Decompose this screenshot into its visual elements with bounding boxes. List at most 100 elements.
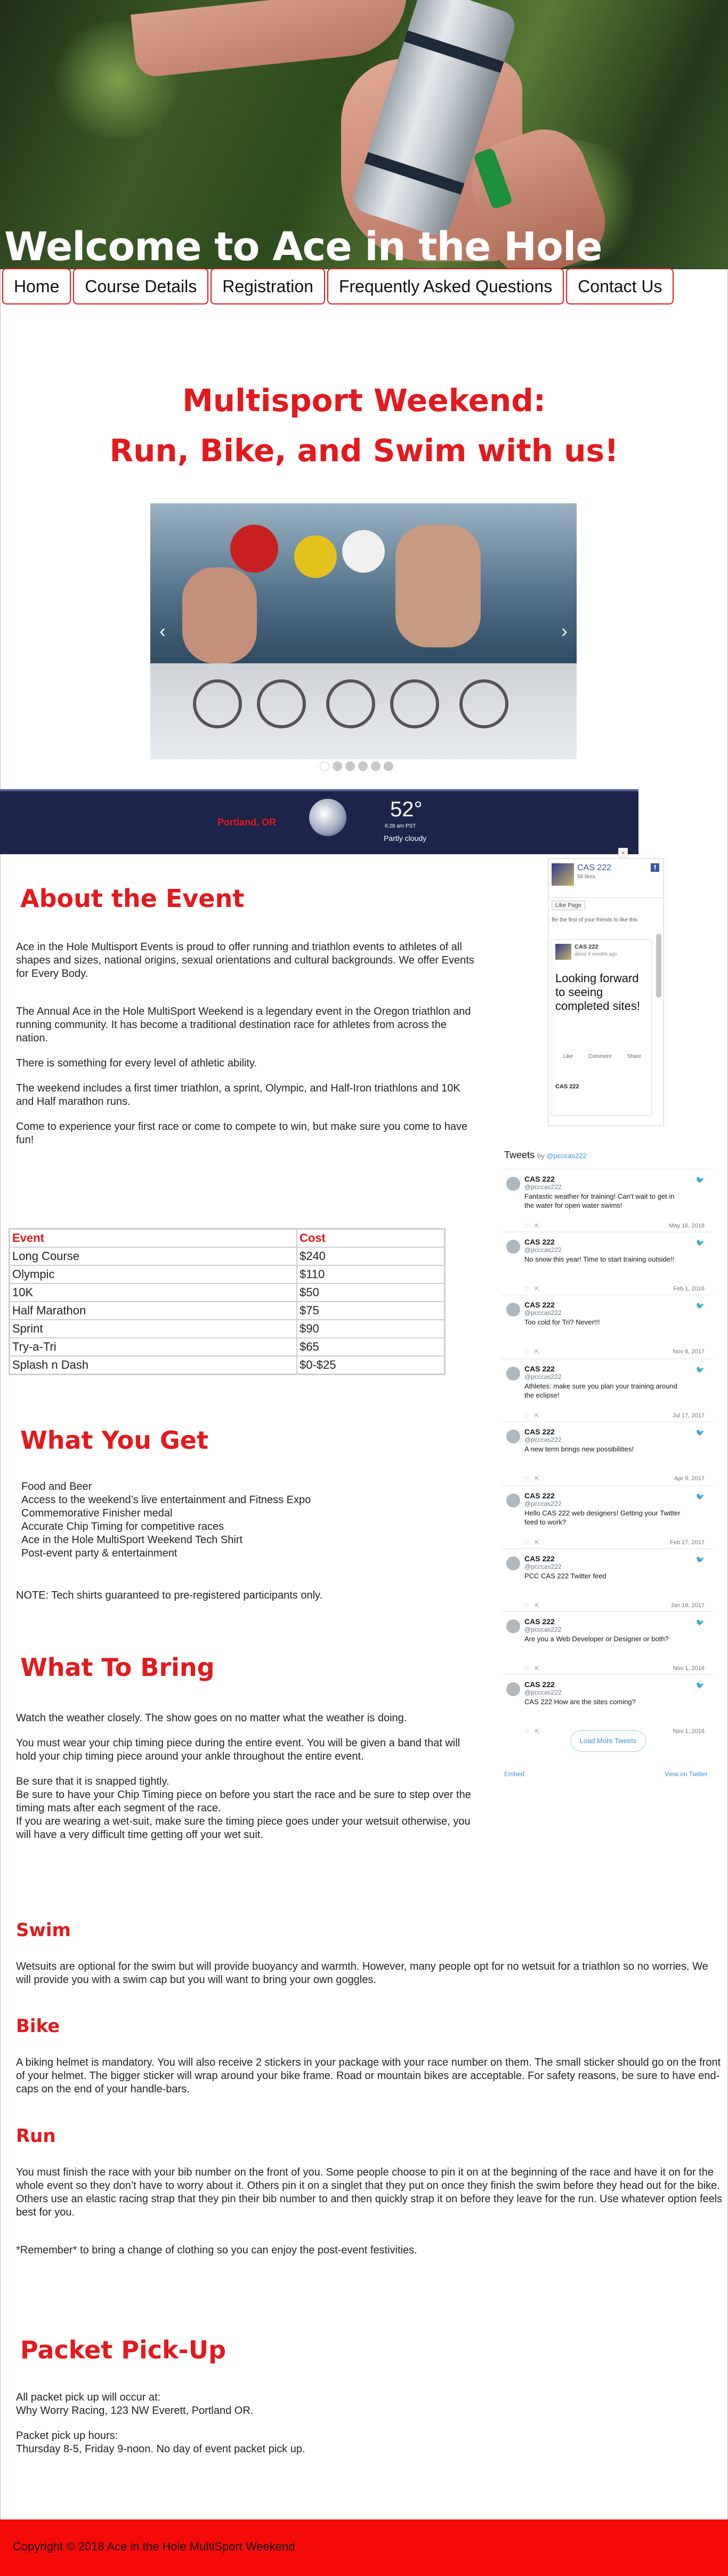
carousel-dot[interactable] (333, 761, 342, 771)
fb-share-action[interactable]: Share (627, 1054, 642, 1060)
tweet[interactable]: CAS 222 @pcccas222 Fantastic weather for t… (501, 1169, 713, 1233)
reply-icon[interactable]: ♡ ⇱ (524, 1728, 539, 1735)
swimmer (182, 567, 257, 663)
run-body: You must finish the race with your bib n… (16, 2166, 725, 2257)
reply-icon[interactable]: ♡ ⇱ (524, 1413, 539, 1419)
carousel-dot[interactable] (371, 761, 381, 771)
tweet[interactable]: CAS 222 @pcccas222 A new term brings new p… (501, 1422, 713, 1486)
reply-icon[interactable]: ♡ ⇱ (524, 1349, 539, 1355)
main-nav: Home Course Details Registration Frequen… (2, 268, 674, 304)
fb-post-avatar (555, 944, 571, 960)
image-carousel: ‹ › (150, 503, 577, 759)
weather-widget[interactable]: Portland, OR 52° 6:28 am PST Partly clou… (0, 789, 638, 854)
table-row: Long Course $240 (9, 1247, 446, 1266)
tweet-date[interactable]: Nov 1, 2016 (673, 1728, 705, 1735)
tweet-author[interactable]: CAS 222 (524, 1301, 555, 1309)
tweet[interactable]: CAS 222 @pcccas222 Are you a Web Developer… (501, 1611, 713, 1676)
tweet-handle[interactable]: @pcccas222 (524, 1689, 562, 1696)
tweet-handle[interactable]: @pcccas222 (524, 1563, 562, 1570)
avatar[interactable] (506, 1556, 520, 1570)
tweet-date[interactable]: Feb 1, 2018 (673, 1286, 705, 1292)
tw-view-link[interactable]: View on Twitter (665, 1770, 708, 1778)
bring-paragraph: If you are wearing a wet-suit, make sure… (16, 1816, 471, 1841)
fb-scrollbar[interactable] (656, 934, 661, 998)
avatar[interactable] (506, 1367, 520, 1381)
tweet-handle[interactable]: @pcccas222 (524, 1373, 562, 1381)
avatar[interactable] (506, 1430, 520, 1443)
tweet-author[interactable]: CAS 222 (524, 1617, 555, 1626)
cost-cell: $110 (296, 1265, 446, 1284)
carousel-next-button[interactable]: › (556, 621, 572, 642)
tweet-date[interactable]: Jul 17, 2017 (673, 1413, 705, 1419)
avatar[interactable] (506, 1682, 520, 1696)
tweet-handle[interactable]: @pcccas222 (524, 1246, 562, 1254)
close-icon[interactable]: × (618, 848, 628, 857)
tweet[interactable]: CAS 222 @pcccas222 PCC CAS 222 Twitter fee… (501, 1548, 713, 1613)
tweet[interactable]: CAS 222 @pcccas222 Too cold for Tri? Never… (501, 1295, 713, 1359)
tweet-handle[interactable]: @pcccas222 (524, 1500, 562, 1507)
tweet-author[interactable]: CAS 222 (524, 1554, 555, 1563)
tweet-author[interactable]: CAS 222 (524, 1365, 555, 1373)
reply-icon[interactable]: ♡ ⇱ (524, 1539, 539, 1546)
tweet-author[interactable]: CAS 222 (524, 1491, 555, 1500)
tweet[interactable]: CAS 222 @pcccas222 Athletes: make sure you… (501, 1359, 713, 1423)
tweet-date[interactable]: Nov 8, 2017 (673, 1349, 705, 1355)
nav-registration[interactable]: Registration (211, 268, 325, 304)
reply-icon[interactable]: ♡ ⇱ (524, 1223, 539, 1230)
tweet-date[interactable]: Jan 18, 2017 (670, 1602, 705, 1609)
table-row: Olympic $110 (9, 1265, 446, 1284)
weather-condition: Partly cloudy (384, 834, 427, 842)
fb-page-thumbnail[interactable] (552, 863, 574, 886)
moon-icon (309, 799, 346, 836)
reply-icon[interactable]: ♡ ⇱ (524, 1286, 539, 1293)
cost-cell: $65 (296, 1337, 446, 1357)
tweet-handle[interactable]: @pcccas222 (524, 1183, 562, 1191)
reply-icon[interactable]: ♡ ⇱ (524, 1475, 539, 1482)
tweet-handle[interactable]: @pcccas222 (524, 1436, 562, 1443)
tweet[interactable]: CAS 222 @pcccas222 CAS 222 How are the sit… (501, 1674, 713, 1739)
tweet-date[interactable]: Feb 27, 2017 (670, 1539, 705, 1546)
carousel-dot[interactable] (384, 761, 393, 771)
fb-like-page-button[interactable]: Like Page (552, 901, 585, 910)
event-cell: Splash n Dash (9, 1355, 297, 1375)
carousel-dot[interactable] (345, 761, 355, 771)
avatar[interactable] (506, 1240, 520, 1254)
reply-icon[interactable]: ♡ ⇱ (524, 1602, 539, 1609)
fb-post-author[interactable]: CAS 222 (575, 944, 598, 950)
carousel-dot[interactable] (320, 761, 329, 771)
tw-embed-link[interactable]: Embed (504, 1770, 524, 1778)
tweet-handle[interactable]: @pcccas222 (524, 1626, 562, 1633)
avatar[interactable] (506, 1619, 520, 1633)
carousel-indicators (320, 761, 393, 771)
tweet-handle[interactable]: @pcccas222 (524, 1309, 562, 1317)
tweet-author[interactable]: CAS 222 (524, 1175, 555, 1183)
carousel-prev-button[interactable]: ‹ (155, 621, 171, 642)
fb-next-post-author[interactable]: CAS 222 (555, 1084, 579, 1090)
tweet-text: Athletes: make sure you plan your traini… (524, 1382, 677, 1399)
tweet[interactable]: CAS 222 @pcccas222 Hello CAS 222 web desig… (501, 1486, 713, 1550)
tweet-author[interactable]: CAS 222 (524, 1680, 555, 1689)
nav-contact[interactable]: Contact Us (566, 268, 674, 304)
tweet-author[interactable]: CAS 222 (524, 1238, 555, 1246)
tweet-author[interactable]: CAS 222 (524, 1427, 555, 1436)
tweet-date[interactable]: Nov 1, 2016 (673, 1665, 705, 1672)
tweet-date[interactable]: May 16, 2018 (669, 1223, 705, 1229)
reply-icon[interactable]: ♡ ⇱ (524, 1665, 539, 1672)
tweet[interactable]: CAS 222 @pcccas222 No snow this year! Time… (501, 1232, 713, 1296)
fb-comment-action[interactable]: Comment (588, 1054, 611, 1060)
tweet-date[interactable]: Apr 9, 2017 (674, 1475, 705, 1482)
nav-faq[interactable]: Frequently Asked Questions (327, 268, 564, 304)
event-cell: Try-a-Tri (9, 1337, 297, 1357)
nav-home[interactable]: Home (2, 268, 71, 304)
carousel-dot[interactable] (358, 761, 368, 771)
fb-like-action[interactable]: Like (563, 1054, 573, 1060)
nav-course-details[interactable]: Course Details (73, 268, 209, 304)
avatar[interactable] (506, 1177, 520, 1191)
packet-heading: Packet Pick-Up (20, 2336, 227, 2364)
tw-handle-link[interactable]: @pcccas222 (546, 1152, 586, 1160)
avatar[interactable] (506, 1494, 520, 1507)
site-title: Welcome to Ace in the Hole (4, 224, 603, 269)
avatar[interactable] (506, 1303, 520, 1317)
fb-page-name[interactable]: CAS 222 (577, 863, 611, 873)
load-more-tweets-button[interactable]: Load More Tweets (570, 1730, 646, 1752)
